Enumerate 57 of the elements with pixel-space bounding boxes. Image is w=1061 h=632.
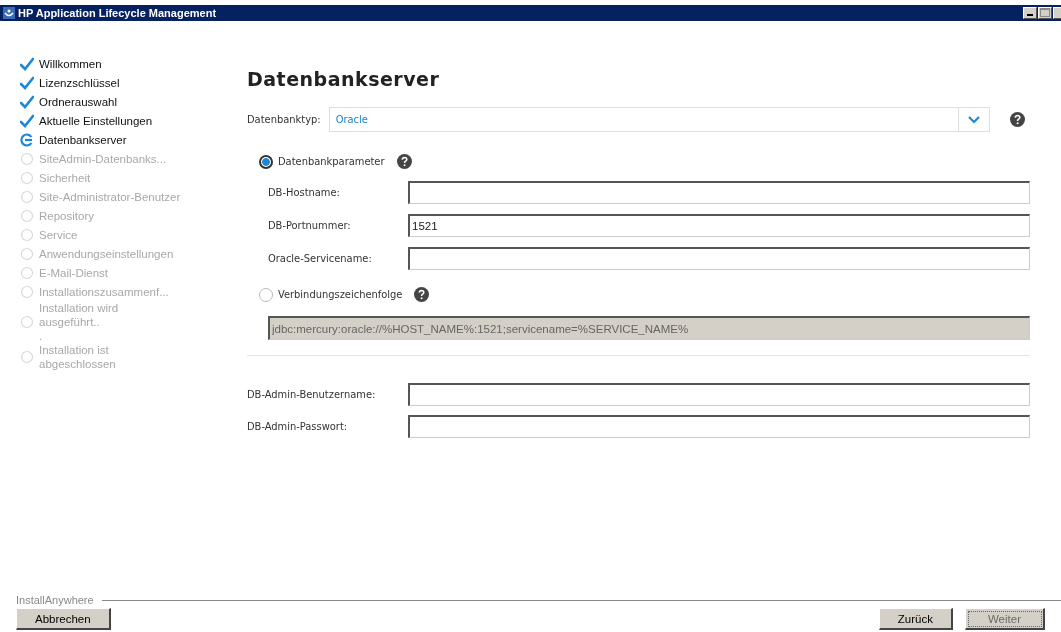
input-field[interactable]	[408, 383, 1030, 406]
step-label: Installation wird ausgeführt.. .	[39, 301, 119, 343]
radio-label: Datenbankparameter	[278, 155, 385, 168]
field-label: DB-Hostname:	[268, 186, 341, 199]
step-label: Installation ist abgeschlossen	[39, 343, 116, 371]
step-label: Service	[39, 227, 78, 242]
empty-circle-icon	[20, 265, 34, 280]
input-field[interactable]	[408, 415, 1030, 438]
maximize-button[interactable]	[1038, 7, 1052, 19]
empty-circle-icon	[20, 189, 34, 204]
help-icon[interactable]	[414, 287, 430, 302]
empty-circle-icon	[20, 350, 34, 364]
checkmark-icon	[20, 56, 34, 71]
step-label: SiteAdmin-Datenbanks...	[39, 151, 167, 166]
step-label: Datenbankserver	[39, 132, 127, 147]
step-label: Sicherheit	[39, 170, 91, 185]
help-icon[interactable]	[1009, 112, 1025, 127]
minimize-button[interactable]	[1023, 7, 1037, 19]
field-label: DB-Portnummer:	[268, 219, 352, 232]
database-type-dropdown[interactable]: Oracle	[328, 107, 990, 132]
chevron-down-icon	[967, 115, 980, 124]
step-label: Ordnerauswahl	[39, 94, 117, 109]
step-label: Aktuelle Einstellungen	[39, 113, 153, 128]
checkmark-icon	[20, 75, 34, 90]
step-label: Lizenzschlüssel	[39, 75, 120, 90]
empty-circle-icon	[20, 284, 34, 299]
step-label: Site-Administrator-Benutzer	[39, 189, 181, 204]
input-field[interactable]	[408, 181, 1030, 204]
wizard-button[interactable]: Zurück	[878, 608, 953, 630]
checkmark-icon	[20, 113, 34, 128]
empty-circle-icon	[20, 170, 34, 185]
radio-label: Verbindungszeichenfolge	[278, 288, 403, 301]
app-icon	[3, 7, 15, 19]
empty-circle-icon	[20, 227, 34, 242]
radio-button[interactable]	[259, 154, 273, 169]
step-label: Installationszusammenf...	[39, 284, 169, 299]
page-title: Datenbankserver	[247, 68, 441, 90]
field-label: Datenbanktyp:	[247, 113, 321, 126]
field-label: DB-Admin-Benutzername:	[247, 388, 377, 401]
empty-circle-icon	[20, 208, 34, 223]
step-label: E-Mail-Dienst	[39, 265, 108, 280]
window-title: HP Application Lifecycle Management	[18, 7, 217, 19]
step-label: Willkommen	[39, 56, 102, 71]
empty-circle-icon	[20, 246, 34, 261]
field-label: DB-Admin-Passwort:	[247, 420, 349, 433]
wizard-button[interactable]: Abbrechen	[16, 608, 111, 630]
step-label: Anwendungseinstellungen	[39, 246, 174, 261]
empty-circle-icon	[20, 151, 34, 166]
empty-circle-icon	[20, 315, 34, 329]
arrow-circle-icon	[20, 132, 34, 147]
input-field[interactable]: 1521	[408, 214, 1030, 237]
step-label: Repository	[39, 208, 94, 223]
checkmark-icon	[20, 94, 34, 109]
field-label: Oracle-Servicename:	[268, 252, 373, 265]
input-field[interactable]	[408, 247, 1030, 270]
installer-brand: InstallAnywhere	[16, 594, 94, 606]
help-icon[interactable]	[396, 154, 412, 169]
